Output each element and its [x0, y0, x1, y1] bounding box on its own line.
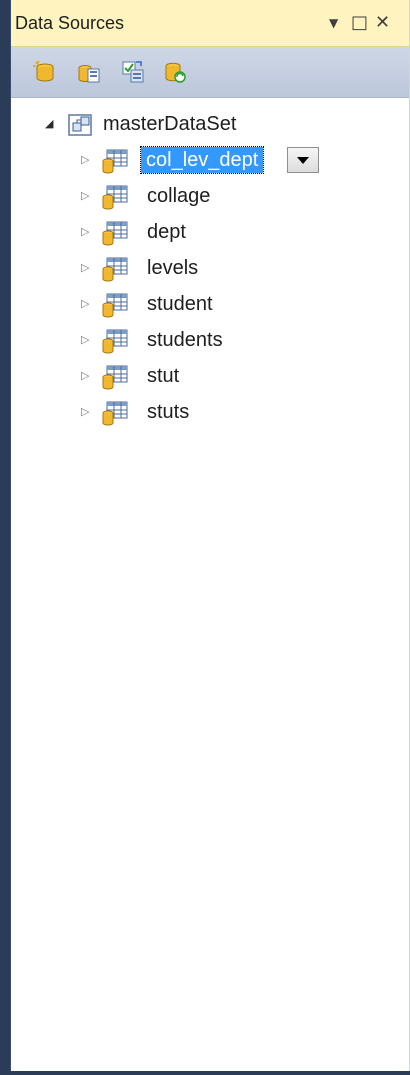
window-position-dropdown-icon[interactable]: ▼	[329, 12, 347, 34]
configure-dataset-icon[interactable]	[121, 60, 145, 84]
dropdown-chevron-icon[interactable]	[287, 147, 319, 173]
collapsed-arrow-icon[interactable]: ▷	[81, 153, 95, 167]
tree-item-students[interactable]: ▷ students	[11, 322, 410, 358]
refresh-icon[interactable]	[163, 60, 187, 84]
table-icon	[102, 401, 128, 426]
tree-item-label: stut	[147, 365, 180, 387]
collapsed-arrow-icon[interactable]: ▷	[81, 333, 95, 347]
data-sources-tree: ◢ masterDataSet ▷ col_lev_dept ▷ collage…	[11, 98, 410, 1068]
tree-item-label: dept	[147, 221, 186, 243]
tree-item-label: levels	[147, 257, 199, 279]
collapsed-arrow-icon[interactable]: ▷	[81, 405, 95, 419]
collapsed-arrow-icon[interactable]: ▷	[81, 261, 95, 275]
panel-title: Data Sources	[15, 13, 125, 33]
collapsed-arrow-icon[interactable]: ▷	[81, 189, 95, 203]
close-icon[interactable]: ✕	[375, 12, 397, 34]
tree-item-stut[interactable]: ▷ stut	[11, 358, 410, 394]
collapsed-arrow-icon[interactable]: ▷	[81, 369, 95, 383]
maximize-icon[interactable]: □	[351, 12, 373, 34]
expanded-arrow-icon[interactable]: ◢	[45, 117, 59, 131]
tree-item-label: col_lev_dept	[139, 146, 265, 174]
tree-item-label: student	[147, 293, 213, 315]
table-icon	[102, 329, 128, 354]
tree-item-student[interactable]: ▷ student	[11, 286, 410, 322]
table-icon	[102, 257, 128, 282]
add-data-source-icon[interactable]	[33, 60, 57, 84]
tree-item-label: students	[147, 329, 223, 351]
collapsed-arrow-icon[interactable]: ▷	[81, 225, 95, 239]
data-sources-panel: Data Sources ▼ □ ✕ ◢ masterDataSet ▷ col…	[10, 0, 410, 1071]
collapsed-arrow-icon[interactable]: ▷	[81, 297, 95, 311]
tree-item-levels[interactable]: ▷ levels	[11, 250, 410, 286]
tree-item-label: stuts	[147, 401, 190, 423]
table-icon	[102, 185, 128, 210]
table-icon	[102, 365, 128, 390]
tree-item-label: collage	[147, 185, 211, 207]
edit-in-designer-icon[interactable]	[77, 60, 101, 84]
tree-item-col-lev-dept[interactable]: ▷ col_lev_dept	[11, 142, 410, 178]
dataset-icon	[68, 114, 92, 136]
tree-root-masterdataset[interactable]: ◢ masterDataSet	[11, 106, 410, 142]
tree-item-stuts[interactable]: ▷ stuts	[11, 394, 410, 430]
panel-title-bar[interactable]: Data Sources ▼ □ ✕	[11, 0, 410, 47]
tree-root-label: masterDataSet	[103, 113, 237, 135]
table-icon	[102, 149, 128, 174]
tree-item-collage[interactable]: ▷ collage	[11, 178, 410, 214]
tree-item-dept[interactable]: ▷ dept	[11, 214, 410, 250]
table-icon	[102, 221, 128, 246]
data-sources-toolbar	[11, 47, 410, 98]
table-icon	[102, 293, 128, 318]
